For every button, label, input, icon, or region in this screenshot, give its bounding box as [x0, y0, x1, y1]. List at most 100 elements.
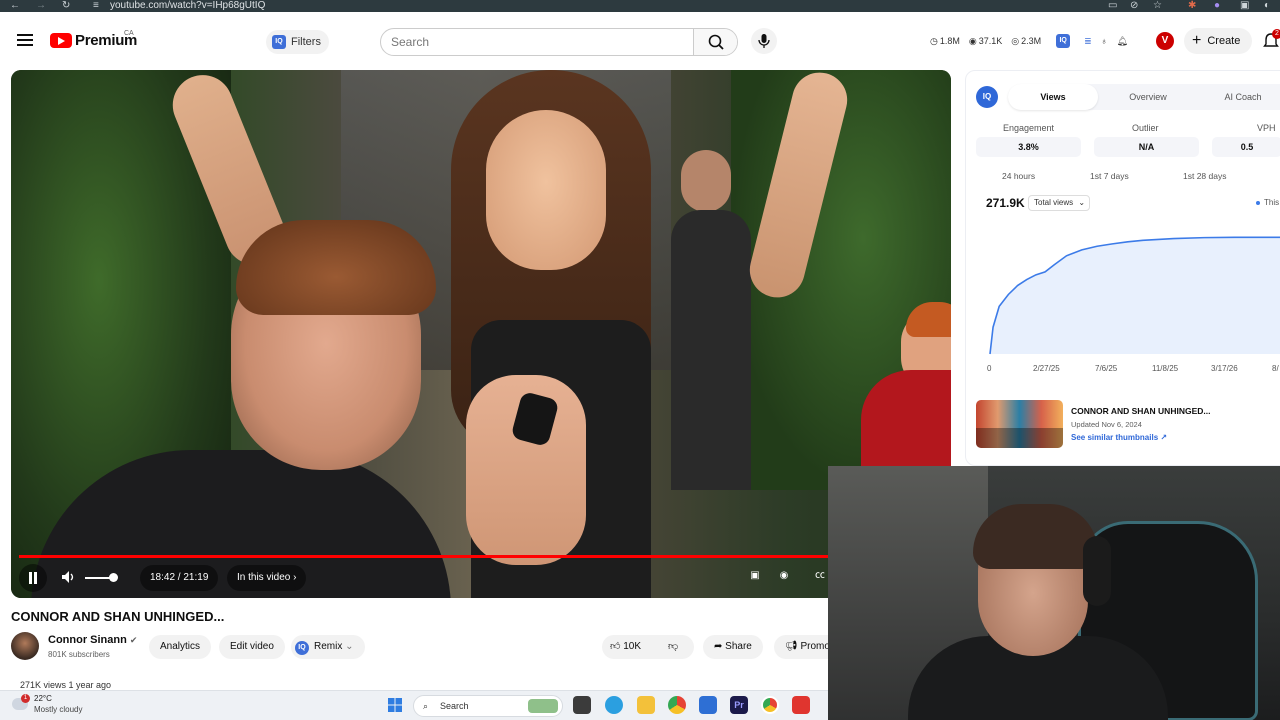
range-option[interactable]: 1st 7 days: [1090, 171, 1129, 181]
edge-icon[interactable]: [605, 696, 623, 714]
taskbar-search[interactable]: ⌕ Search: [413, 695, 563, 717]
tab-overview[interactable]: Overview: [1108, 84, 1188, 110]
views-chart: [989, 236, 1280, 355]
range-option[interactable]: 1st 28 days: [1183, 171, 1226, 181]
dislike-button[interactable]: 👎︎: [668, 635, 678, 659]
store-icon[interactable]: [699, 696, 717, 714]
tab-views[interactable]: Views: [1008, 84, 1098, 110]
vidiq-panel: IQ Views Overview AI Coach Engagement Ou…: [965, 70, 1280, 466]
task-view-icon[interactable]: [573, 696, 591, 714]
similar-thumbnails-link[interactable]: See similar thumbnails ↗: [1071, 433, 1167, 442]
search-button[interactable]: [693, 29, 737, 55]
filters-label: Filters: [291, 36, 321, 48]
x-tick-label: 2/27/25: [1033, 364, 1060, 373]
volume-slider-handle[interactable]: [109, 573, 118, 582]
extension-icon[interactable]: ✱: [1188, 0, 1196, 11]
create-button[interactable]: + Create: [1184, 28, 1253, 54]
analytics-button[interactable]: Analytics: [149, 635, 212, 659]
thumbs-up-icon: 👍︎: [610, 641, 621, 652]
metric-vph: 0.5: [1212, 137, 1280, 157]
chapters-button[interactable]: In this video ›: [227, 565, 307, 591]
star-icon[interactable]: ☆: [1153, 0, 1162, 11]
list-icon[interactable]: ≣: [1084, 36, 1092, 47]
eye-icon: ◉: [968, 35, 977, 46]
microphone-icon: [758, 34, 770, 48]
browser-toolbar: ← → ↻ ≡ youtube.com/watch?v=IHp68gUtIQ ▭…: [0, 0, 1280, 12]
search-icon: ⌕: [423, 701, 429, 711]
reload-icon[interactable]: ↻: [62, 0, 70, 11]
chevron-down-icon: ⌄: [345, 641, 354, 652]
progress-bar[interactable]: [19, 555, 943, 558]
voice-search-button[interactable]: [751, 28, 777, 54]
stat-watch-time: ◷ 1.8M: [930, 35, 960, 47]
tab-ai-coach[interactable]: AI Coach: [1203, 84, 1280, 110]
pin-icon[interactable]: ♁: [1101, 36, 1108, 46]
share-button[interactable]: ➦ Share: [703, 635, 763, 659]
thumbs-down-icon: 👎︎: [668, 641, 679, 652]
thumbnail-updated: Updated Nov 6, 2024: [1071, 420, 1142, 429]
x-tick-label: 7/6/25: [1095, 364, 1118, 373]
webcam-headset: [1083, 536, 1111, 606]
stat-total-views: ◎ 2.3M: [1011, 35, 1042, 47]
panel-tabs: Views Overview AI Coach: [1008, 84, 1280, 110]
app-icon[interactable]: [792, 696, 810, 714]
video-title: CONNOR AND SHAN UNHINGED...: [11, 609, 225, 624]
range-option[interactable]: 24 hours: [1002, 171, 1035, 181]
pause-button[interactable]: [19, 564, 47, 592]
address-bar[interactable]: youtube.com/watch?v=IHp68gUtIQ: [110, 0, 265, 11]
extensions-puzzle-icon[interactable]: ▣: [1240, 0, 1249, 11]
webcam-overlay: [828, 466, 1280, 720]
chrome-icon[interactable]: [761, 696, 779, 714]
iq-icon[interactable]: IQ: [1056, 34, 1071, 48]
stat-views: ◉ 37.1K: [968, 35, 1003, 47]
search-icon: [708, 34, 724, 50]
metric-label: Engagement: [1003, 123, 1055, 133]
chart-legend: This: [1256, 198, 1279, 207]
extension-icon[interactable]: ●: [1214, 0, 1220, 11]
cast-icon[interactable]: ▭: [1108, 0, 1117, 11]
video-player[interactable]: 18:42 / 21:19 In this video › ▣ ◉ ㏄: [11, 70, 951, 598]
search-input[interactable]: Search: [391, 35, 429, 49]
channel-name[interactable]: Connor Sinann ✔: [48, 634, 137, 646]
x-tick-label: 3/17/26: [1211, 364, 1238, 373]
verified-icon: ✔: [129, 635, 138, 645]
remix-button[interactable]: IQ Remix ⌄: [291, 635, 365, 659]
edit-video-button[interactable]: Edit video: [219, 635, 285, 659]
like-button[interactable]: 👍︎ 10K: [610, 641, 641, 652]
back-icon[interactable]: ←: [10, 0, 20, 11]
video-thumbnail[interactable]: [976, 400, 1063, 448]
iq-icon[interactable]: ▣: [748, 569, 762, 583]
metric-engagement: 3.8%: [976, 137, 1081, 157]
create-label: Create: [1207, 35, 1241, 47]
profile-icon[interactable]: ◐: [1264, 0, 1270, 11]
time-display: 18:42 / 21:19: [140, 565, 219, 591]
file-explorer-icon[interactable]: [637, 696, 655, 714]
subscriber-count: 801K subscribers: [48, 650, 110, 659]
forward-icon[interactable]: →: [36, 0, 46, 11]
autoplay-icon[interactable]: ◉: [777, 569, 791, 583]
youtube-logo[interactable]: Premium CA: [50, 30, 137, 49]
weather-badge: 1: [21, 694, 30, 703]
captions-icon[interactable]: ㏄: [813, 569, 827, 583]
premiere-icon[interactable]: Pr: [730, 696, 748, 714]
chart-area-fill: [990, 237, 1280, 354]
promote-button[interactable]: 📢︎ Promo: [774, 635, 828, 659]
bell-small-icon[interactable]: 🔔︎: [1116, 36, 1127, 47]
site-info-icon[interactable]: ≡: [93, 0, 99, 11]
account-avatar[interactable]: V: [1156, 32, 1174, 50]
vidiq-logo: IQ: [976, 86, 998, 108]
hide-icon[interactable]: ⊘: [1130, 0, 1138, 11]
menu-icon[interactable]: [17, 34, 33, 46]
volume-icon[interactable]: [61, 570, 75, 584]
x-tick-label: 11/8/25: [1152, 364, 1179, 373]
filters-button[interactable]: IQ Filters: [266, 30, 329, 54]
x-tick-label: 0: [987, 364, 992, 373]
channel-stats: ◷ 1.8M ◉ 37.1K ◎ 2.3M IQ ≣ ♁ 🔔︎: [930, 34, 1128, 48]
search-box[interactable]: Search: [380, 28, 738, 56]
windows-start-icon[interactable]: [386, 696, 404, 714]
metric-dropdown[interactable]: Total views ⌄: [1028, 195, 1091, 211]
channel-avatar[interactable]: [11, 632, 39, 660]
chrome-icon[interactable]: [668, 696, 686, 714]
notifications-button[interactable]: 2: [1262, 29, 1280, 50]
windows-taskbar: 1 22°C Mostly cloudy ⌕ Search Pr: [0, 690, 828, 720]
